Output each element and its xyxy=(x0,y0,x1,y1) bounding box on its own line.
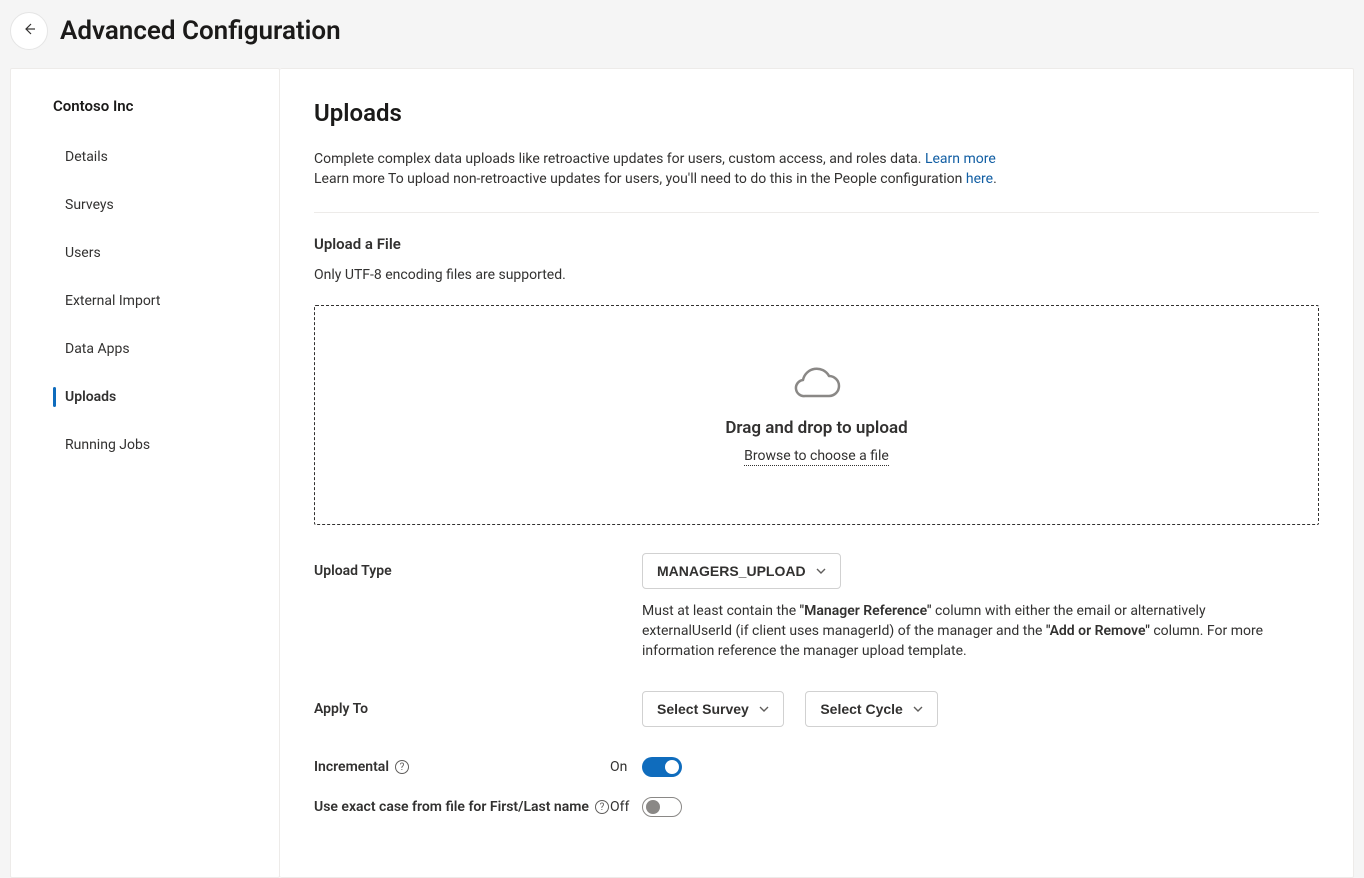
exact-case-toggle[interactable] xyxy=(642,797,682,817)
select-survey-dropdown[interactable]: Select Survey xyxy=(642,691,784,727)
upload-file-label: Upload a File xyxy=(314,235,1319,253)
help-icon[interactable]: ? xyxy=(595,800,609,814)
upload-type-help: Must at least contain the "Manager Refer… xyxy=(642,601,1282,662)
upload-type-label: Upload Type xyxy=(314,553,642,579)
intro-text: Complete complex data uploads like retro… xyxy=(314,149,1319,213)
upload-type-select[interactable]: MANAGERS_UPLOAD xyxy=(642,553,841,589)
main-heading: Uploads xyxy=(314,99,1319,127)
file-dropzone[interactable]: Drag and drop to upload Browse to choose… xyxy=(314,305,1319,525)
sidebar-item-external-import[interactable]: External Import xyxy=(11,277,279,325)
org-name: Contoso Inc xyxy=(11,97,279,133)
sidebar-item-users[interactable]: Users xyxy=(11,229,279,277)
chevron-down-icon xyxy=(759,701,769,717)
people-config-link[interactable]: here xyxy=(966,171,993,187)
main-content: Uploads Complete complex data uploads li… xyxy=(280,68,1354,878)
exact-case-state: Off xyxy=(610,799,642,815)
arrow-left-icon xyxy=(21,21,37,41)
sidebar: Contoso Inc Details Surveys Users Extern… xyxy=(10,68,280,878)
select-survey-value: Select Survey xyxy=(657,701,749,717)
intro-line1: Complete complex data uploads like retro… xyxy=(314,151,925,167)
sidebar-item-surveys[interactable]: Surveys xyxy=(11,181,279,229)
back-button[interactable] xyxy=(10,12,48,50)
chevron-down-icon xyxy=(913,701,923,717)
sidebar-item-details[interactable]: Details xyxy=(11,133,279,181)
incremental-toggle[interactable] xyxy=(642,757,682,777)
dropzone-title: Drag and drop to upload xyxy=(725,418,907,438)
page-title: Advanced Configuration xyxy=(60,16,341,46)
select-cycle-dropdown[interactable]: Select Cycle xyxy=(805,691,938,727)
sidebar-item-data-apps[interactable]: Data Apps xyxy=(11,325,279,373)
sidebar-item-running-jobs[interactable]: Running Jobs xyxy=(11,421,279,469)
intro-line2: Learn more To upload non-retroactive upd… xyxy=(314,171,966,187)
help-icon[interactable]: ? xyxy=(395,760,409,774)
select-cycle-value: Select Cycle xyxy=(820,701,903,717)
upload-type-value: MANAGERS_UPLOAD xyxy=(657,563,806,579)
apply-to-label: Apply To xyxy=(314,691,642,717)
browse-file-link[interactable]: Browse to choose a file xyxy=(744,448,889,466)
intro-line2-post: . xyxy=(993,171,997,187)
encoding-hint: Only UTF-8 encoding files are supported. xyxy=(314,267,1319,283)
incremental-state: On xyxy=(610,759,642,775)
incremental-label: Incremental ? xyxy=(314,759,610,775)
learn-more-link[interactable]: Learn more xyxy=(925,151,996,167)
sidebar-item-uploads[interactable]: Uploads xyxy=(11,373,279,421)
exact-case-label: Use exact case from file for First/Last … xyxy=(314,799,610,815)
chevron-down-icon xyxy=(816,563,826,579)
cloud-icon xyxy=(793,364,841,408)
